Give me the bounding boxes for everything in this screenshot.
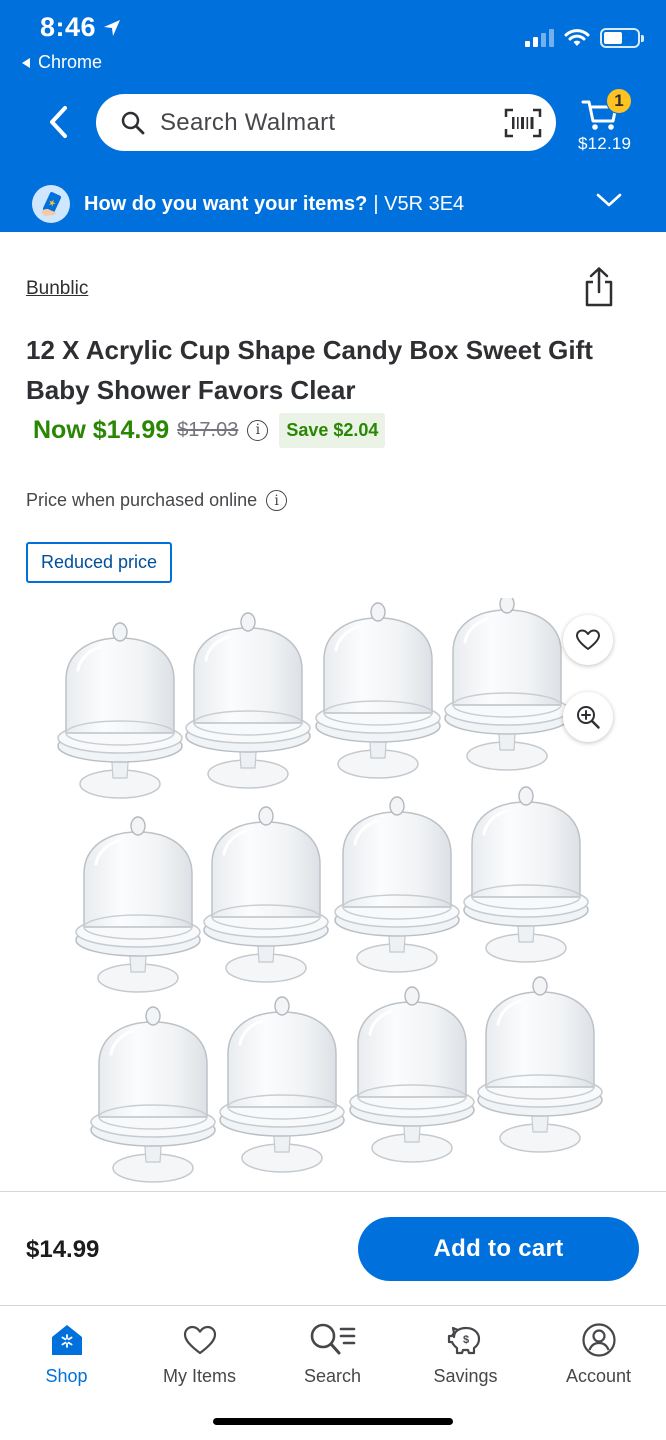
chevron-left-icon: [50, 106, 67, 138]
top-header: 8:46 Chrome Search Walmart 1 $12.19 How …: [0, 0, 666, 232]
search-placeholder: Search Walmart: [160, 108, 336, 136]
savings-badge: Save $2.04: [279, 412, 386, 448]
share-icon: [585, 267, 613, 307]
delivery-phone-icon: [32, 185, 70, 223]
nav-my-items-label: My Items: [162, 1366, 236, 1386]
search-icon: [121, 111, 145, 134]
back-to-app[interactable]: Chrome: [20, 52, 102, 73]
heart-outline-icon: [576, 629, 600, 650]
reduced-price-tag: Reduced price: [26, 542, 172, 583]
delivery-selector[interactable]: How do you want your items? | V5R 3E4: [0, 176, 666, 232]
zoom-in-icon: [577, 706, 600, 729]
nav-savings-label: Savings: [433, 1366, 498, 1386]
nav-savings[interactable]: $ Savings: [399, 1306, 532, 1396]
zoom-button[interactable]: [563, 692, 613, 742]
nav-account-label: Account: [565, 1366, 632, 1386]
back-button[interactable]: [38, 100, 78, 144]
nav-search[interactable]: Search: [266, 1306, 399, 1396]
account-icon: [581, 1323, 616, 1357]
piggy-bank-icon: $: [447, 1326, 480, 1355]
svg-text:$: $: [462, 1334, 468, 1346]
favorite-button[interactable]: [563, 615, 613, 665]
nav-search-label: Search: [303, 1366, 362, 1386]
divider: [0, 1191, 666, 1192]
back-triangle-icon: [22, 57, 30, 68]
sticky-price: $14.99: [26, 1236, 100, 1263]
home-indicator[interactable]: [213, 1418, 453, 1425]
share-button[interactable]: [582, 266, 616, 313]
add-to-cart-button[interactable]: Add to cart: [358, 1217, 639, 1281]
cart-total: $12.19: [578, 134, 632, 153]
current-price: Now $14.99: [33, 415, 170, 444]
heart-icon: [183, 1325, 216, 1355]
nav-shop-label: Shop: [45, 1366, 88, 1386]
location-arrow-icon: [104, 19, 121, 36]
search-list-icon: [310, 1323, 355, 1355]
product-image[interactable]: [40, 598, 620, 1192]
price-note: Price when purchased online i: [26, 490, 288, 511]
status-time: 8:46: [40, 12, 122, 43]
bottom-nav: Shop My Items Search $ Savings Account: [0, 1306, 666, 1396]
price-note-text: Price when purchased online: [26, 490, 258, 510]
original-price: $17.03: [177, 418, 239, 441]
delivery-question: How do you want your items?: [84, 192, 368, 215]
cart-button[interactable]: 1 $12.19: [574, 86, 634, 158]
wifi-icon: [564, 29, 590, 46]
nav-account[interactable]: Account: [532, 1306, 665, 1396]
brand-link[interactable]: Bunblic: [26, 278, 88, 300]
back-app-label: Chrome: [38, 52, 103, 72]
shop-icon: [51, 1325, 82, 1355]
price-row: Now $14.99 $17.03 i Save $2.04: [33, 412, 386, 448]
price-info-icon[interactable]: i: [247, 419, 269, 441]
nav-my-items[interactable]: My Items: [133, 1306, 266, 1396]
status-indicators: [525, 28, 644, 48]
delivery-zip: | V5R 3E4: [373, 192, 465, 215]
status-time-text: 8:46: [40, 12, 97, 42]
barcode-scan-icon[interactable]: [504, 108, 542, 138]
battery-icon: [600, 28, 644, 48]
search-input[interactable]: Search Walmart: [96, 94, 556, 151]
product-title: 12 X Acrylic Cup Shape Candy Box Sweet G…: [26, 335, 593, 405]
cell-signal-icon: [525, 29, 554, 47]
chevron-down-icon: [596, 193, 622, 207]
nav-shop[interactable]: Shop: [0, 1306, 133, 1396]
cart-count-badge: 1: [606, 88, 632, 114]
online-price-info-icon[interactable]: i: [266, 490, 288, 511]
